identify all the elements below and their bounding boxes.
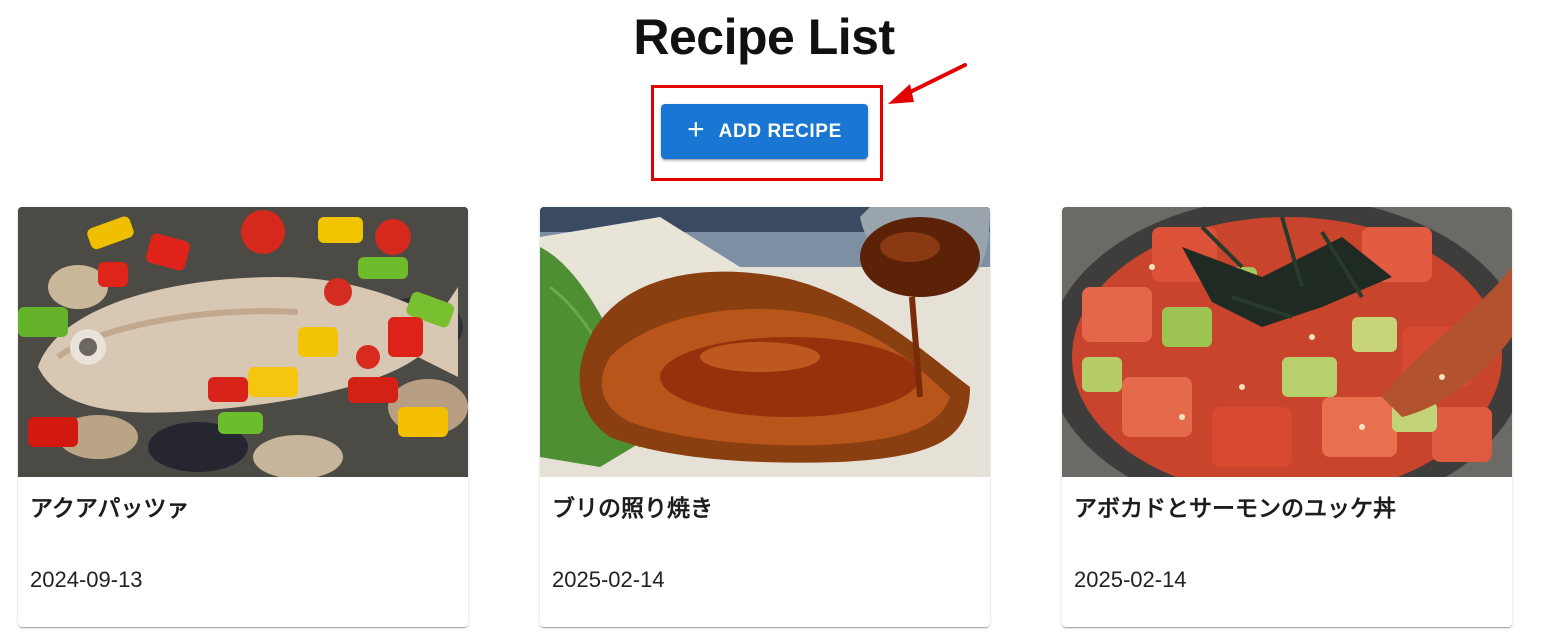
recipe-name: アボカドとサーモンのユッケ丼 [1074,496,1396,522]
recipe-image [540,207,990,477]
recipe-card[interactable]: ブリの照り焼き 2025-02-14 [540,207,990,627]
recipe-date: 2025-02-14 [1074,567,1187,592]
add-recipe-label: ADD RECIPE [718,120,842,142]
recipe-card[interactable]: アボカドとサーモンのユッケ丼 2025-02-14 [1062,207,1512,627]
recipe-name: ブリの照り焼き [552,496,713,522]
plus-icon: + [687,113,705,146]
page-title: Recipe List [633,9,895,65]
recipe-card[interactable]: アクアパッツァ 2024-09-13 [18,207,468,627]
recipe-date: 2025-02-14 [552,567,665,592]
annotation-arrow-icon [888,63,967,104]
recipe-name: アクアパッツァ [30,496,190,522]
recipe-date: 2024-09-13 [30,567,143,592]
add-recipe-button[interactable]: + ADD RECIPE [661,104,868,159]
recipe-image [18,207,468,477]
recipe-image [1062,207,1512,477]
recipe-list-page: Recipe List + ADD RECIPE アクアパッツァ 2024-09… [0,0,1555,642]
